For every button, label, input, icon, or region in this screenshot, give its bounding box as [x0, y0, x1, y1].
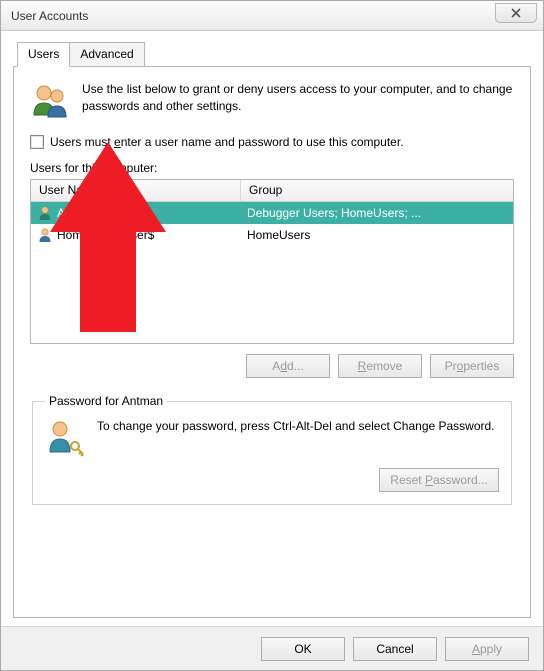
tab-users[interactable]: Users	[17, 42, 70, 67]
users-icon	[30, 81, 70, 121]
tab-strip: Users Advanced	[17, 41, 531, 66]
require-password-row: Users must enter a user name and passwor…	[30, 135, 514, 149]
cell-group: HomeUsers	[241, 228, 513, 242]
add-button[interactable]: Add...	[246, 354, 330, 378]
apply-button[interactable]: Apply	[445, 637, 529, 661]
user-list-label: Users for this computer:	[30, 161, 514, 175]
properties-button[interactable]: Properties	[430, 354, 514, 378]
user-icon	[37, 205, 53, 221]
require-password-checkbox[interactable]	[30, 135, 44, 149]
content-area: Users Advanced Use the list below to gra…	[1, 31, 543, 626]
tab-advanced[interactable]: Advanced	[69, 42, 144, 67]
column-header-username[interactable]: User Name	[31, 180, 241, 201]
cell-username: HomeGroupUser$	[31, 227, 241, 243]
intro-row: Use the list below to grant or deny user…	[30, 81, 514, 121]
tab-panel-users: Use the list below to grant or deny user…	[13, 66, 531, 618]
titlebar: User Accounts	[1, 1, 543, 31]
dialog-button-bar: OK Cancel Apply	[1, 626, 543, 670]
table-row[interactable]: AntmanDebugger Users; HomeUsers; ...	[31, 202, 513, 224]
user-icon	[37, 227, 53, 243]
table-row[interactable]: HomeGroupUser$HomeUsers	[31, 224, 513, 246]
cell-username: Antman	[31, 205, 241, 221]
reset-password-button[interactable]: Reset Password...	[379, 468, 499, 492]
require-password-label[interactable]: Users must enter a user name and passwor…	[50, 135, 404, 149]
password-text: To change your password, press Ctrl-Alt-…	[97, 418, 499, 458]
cell-group: Debugger Users; HomeUsers; ...	[241, 206, 513, 220]
cancel-button[interactable]: Cancel	[353, 637, 437, 661]
close-icon	[511, 8, 521, 18]
window-title: User Accounts	[11, 9, 88, 23]
password-groupbox: Password for Antman To change your passw…	[32, 394, 512, 505]
remove-button[interactable]: Remove	[338, 354, 422, 378]
user-list[interactable]: User Name Group AntmanDebugger Users; Ho…	[30, 179, 514, 344]
intro-text: Use the list below to grant or deny user…	[82, 81, 514, 121]
password-legend: Password for Antman	[45, 394, 167, 408]
close-button[interactable]	[495, 3, 537, 23]
user-key-icon	[45, 418, 85, 458]
column-header-group[interactable]: Group	[241, 180, 513, 201]
user-list-header: User Name Group	[31, 180, 513, 202]
user-list-body: AntmanDebugger Users; HomeUsers; ...Home…	[31, 202, 513, 343]
user-buttons: Add... Remove Properties	[30, 354, 514, 378]
user-accounts-window: User Accounts Users Advanced	[0, 0, 544, 671]
ok-button[interactable]: OK	[261, 637, 345, 661]
